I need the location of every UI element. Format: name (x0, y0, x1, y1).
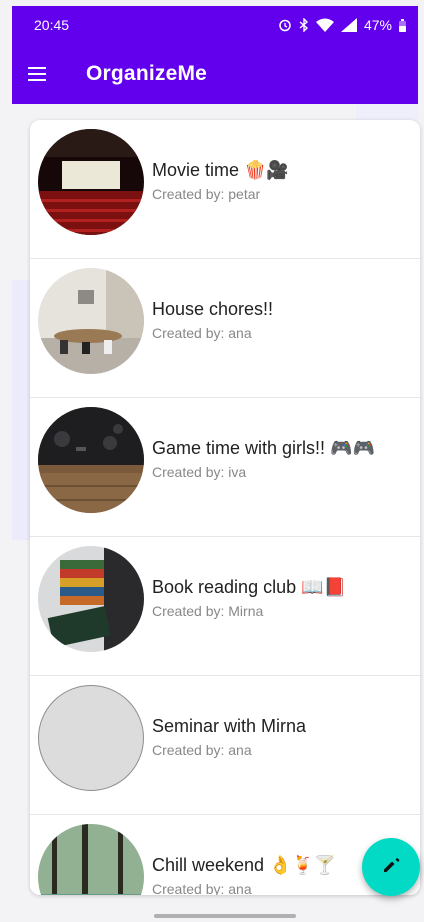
event-image (38, 407, 144, 513)
app-bar: OrganizeMe (12, 44, 418, 104)
event-image (38, 268, 144, 374)
event-creator: Created by: petar (152, 186, 261, 202)
battery-percent: 47% (363, 17, 392, 33)
status-bar: 20:45 47% (12, 6, 418, 44)
event-title: Seminar with Mirna (152, 716, 307, 736)
event-image-placeholder (38, 685, 144, 791)
bluetooth-icon (299, 18, 309, 32)
event-item-movie-time[interactable]: Movie time 🍿🎥 Created by: petar (30, 120, 420, 259)
event-title: Book reading club 📖📕 (152, 577, 346, 597)
pencil-icon (381, 855, 401, 880)
event-creator: Created by: ana (152, 742, 252, 758)
menu-icon[interactable] (28, 61, 54, 87)
event-creator: Created by: iva (152, 464, 247, 480)
event-title: House chores!! (152, 299, 274, 319)
event-item-book-reading[interactable]: Book reading club 📖📕 Created by: Mirna (30, 537, 420, 676)
event-title: Movie time 🍿🎥 (152, 160, 289, 180)
event-creator: Created by: Mirna (152, 603, 264, 619)
event-item-house-chores[interactable]: House chores!! Created by: ana (30, 259, 420, 398)
event-title: Game time with girls!! 🎮🎮 (152, 438, 375, 458)
event-image (38, 546, 144, 652)
app-title: OrganizeMe (86, 62, 208, 85)
signal-icon (340, 18, 357, 32)
gesture-nav-bar[interactable] (154, 914, 296, 918)
event-creator: Created by: ana (152, 325, 252, 341)
battery-icon (399, 18, 406, 32)
event-creator: Created by: ana (152, 881, 252, 895)
alarm-icon (278, 18, 292, 32)
status-icons: 47% (278, 17, 406, 33)
event-item-chill-weekend[interactable]: Chill weekend 👌🍹🍸 Created by: ana (30, 815, 420, 895)
event-item-game-time[interactable]: Game time with girls!! 🎮🎮 Created by: iv… (30, 398, 420, 537)
event-list: Movie time 🍿🎥 Created by: petar House ch… (30, 120, 420, 895)
event-item-seminar[interactable]: Seminar with Mirna Created by: ana (30, 676, 420, 815)
event-image (38, 824, 144, 895)
create-event-button[interactable] (362, 838, 420, 896)
status-time: 20:45 (34, 17, 70, 33)
event-image (38, 129, 144, 235)
event-title: Chill weekend 👌🍹🍸 (152, 855, 337, 875)
wifi-icon (315, 18, 334, 32)
